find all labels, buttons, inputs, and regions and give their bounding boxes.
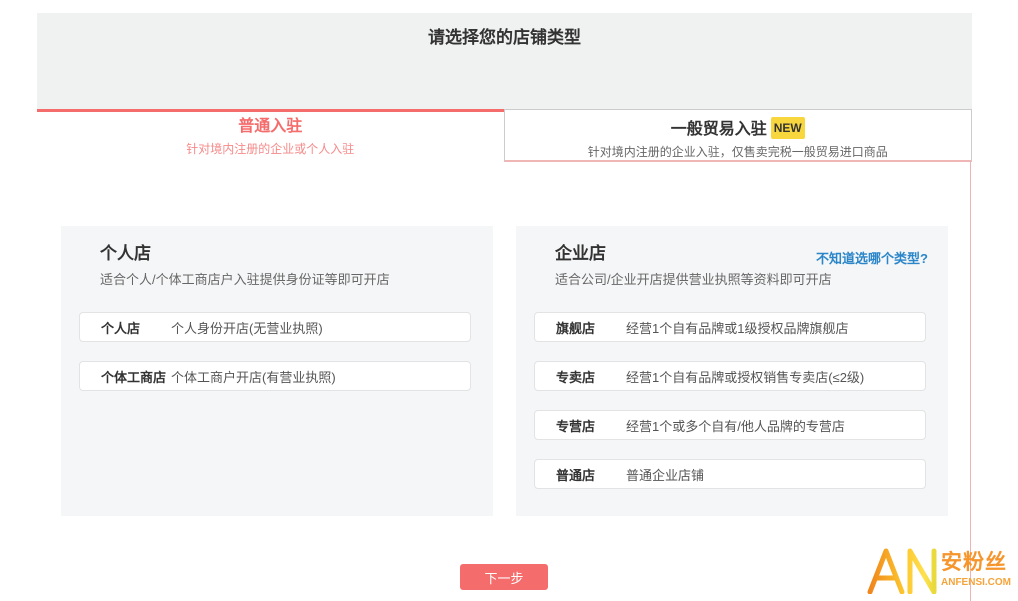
watermark-text: 安粉丝 ANFENSI.COM <box>941 548 1011 589</box>
personal-shop-options: 个人店 个人身份开店(无营业执照) 个体工商店 个体工商户开店(有营业执照) <box>79 312 471 391</box>
page-header: 请选择您的店铺类型 <box>37 13 972 109</box>
tab-normal-entry[interactable]: 普通入驻 针对境内注册的企业或个人入驻 <box>37 109 504 162</box>
option-desc: 经营1个自有品牌或1级授权品牌旗舰店 <box>626 320 849 336</box>
watermark-site: ANFENSI.COM <box>941 577 1011 588</box>
tab-general-trade-entry-label: 一般贸易入驻 <box>670 121 767 138</box>
option-label: 个体工商店 <box>101 369 167 385</box>
personal-shop-card: 个人店 适合个人/个体工商店户入驻提供身份证等即可开店 个人店 个人身份开店(无… <box>61 226 493 516</box>
option-personal-shop[interactable]: 个人店 个人身份开店(无营业执照) <box>79 312 471 342</box>
option-label: 普通店 <box>556 467 596 483</box>
option-desc: 经营1个自有品牌或授权销售专卖店(≤2级) <box>626 369 865 385</box>
shop-type-page: 请选择您的店铺类型 普通入驻 针对境内注册的企业或个人入驻 一般贸易入驻 NEW … <box>0 0 1018 601</box>
watermark: 安粉丝 ANFENSI.COM <box>866 548 1011 594</box>
tab-general-trade-entry[interactable]: 一般贸易入驻 NEW 针对境内注册的企业入驻，仅售卖完税一般贸易进口商品 <box>503 109 972 162</box>
tab-normal-entry-title: 普通入驻 <box>238 118 303 135</box>
option-flagship-store[interactable]: 旗舰店 经营1个自有品牌或1级授权品牌旗舰店 <box>534 312 926 342</box>
option-exclusive-store[interactable]: 专卖店 经营1个自有品牌或授权销售专卖店(≤2级) <box>534 361 926 391</box>
tab-general-trade-entry-title: 一般贸易入驻 NEW <box>505 117 972 140</box>
next-step-button[interactable]: 下一步 <box>460 564 548 590</box>
tab-general-trade-entry-subtitle: 针对境内注册的企业入驻，仅售卖完税一般贸易进口商品 <box>587 145 888 159</box>
option-desc: 普通企业店铺 <box>626 467 705 483</box>
option-label: 旗舰店 <box>556 320 596 336</box>
enterprise-shop-card: 不知道选哪个类型? 企业店 适合公司/企业开店提供营业执照等资料即可开店 旗舰店… <box>516 226 948 516</box>
option-individual-business-shop[interactable]: 个体工商店 个体工商户开店(有营业执照) <box>79 361 471 391</box>
enterprise-shop-subtitle: 适合公司/企业开店提供营业执照等资料即可开店 <box>555 272 832 287</box>
personal-shop-card-head: 个人店 适合个人/个体工商店户入驻提供身份证等即可开店 <box>100 244 471 288</box>
option-desc: 个体工商户开店(有营业执照) <box>171 369 336 385</box>
right-edge-divider <box>970 162 971 601</box>
option-label: 专卖店 <box>556 369 596 385</box>
watermark-name: 安粉丝 <box>941 551 1007 574</box>
option-specialty-store[interactable]: 专营店 经营1个或多个自有/他人品牌的专营店 <box>534 410 926 440</box>
which-type-help-link[interactable]: 不知道选哪个类型? <box>816 248 928 267</box>
option-ordinary-store[interactable]: 普通店 普通企业店铺 <box>534 459 926 489</box>
new-badge: NEW <box>770 117 805 139</box>
tab-normal-entry-subtitle: 针对境内注册的企业或个人入驻 <box>186 142 355 156</box>
personal-shop-title: 个人店 <box>100 244 151 263</box>
option-desc: 个人身份开店(无营业执照) <box>171 320 323 336</box>
option-label: 专营店 <box>556 418 596 434</box>
option-label: 个人店 <box>101 320 141 336</box>
anfensi-logo-icon <box>867 548 937 594</box>
personal-shop-subtitle: 适合个人/个体工商店户入驻提供身份证等即可开店 <box>100 272 390 287</box>
entry-type-tabs: 普通入驻 针对境内注册的企业或个人入驻 一般贸易入驻 NEW 针对境内注册的企业入… <box>37 109 972 162</box>
option-desc: 经营1个或多个自有/他人品牌的专营店 <box>626 418 845 434</box>
page-title: 请选择您的店铺类型 <box>428 28 581 47</box>
enterprise-shop-options: 旗舰店 经营1个自有品牌或1级授权品牌旗舰店 专卖店 经营1个自有品牌或授权销售… <box>534 312 926 489</box>
